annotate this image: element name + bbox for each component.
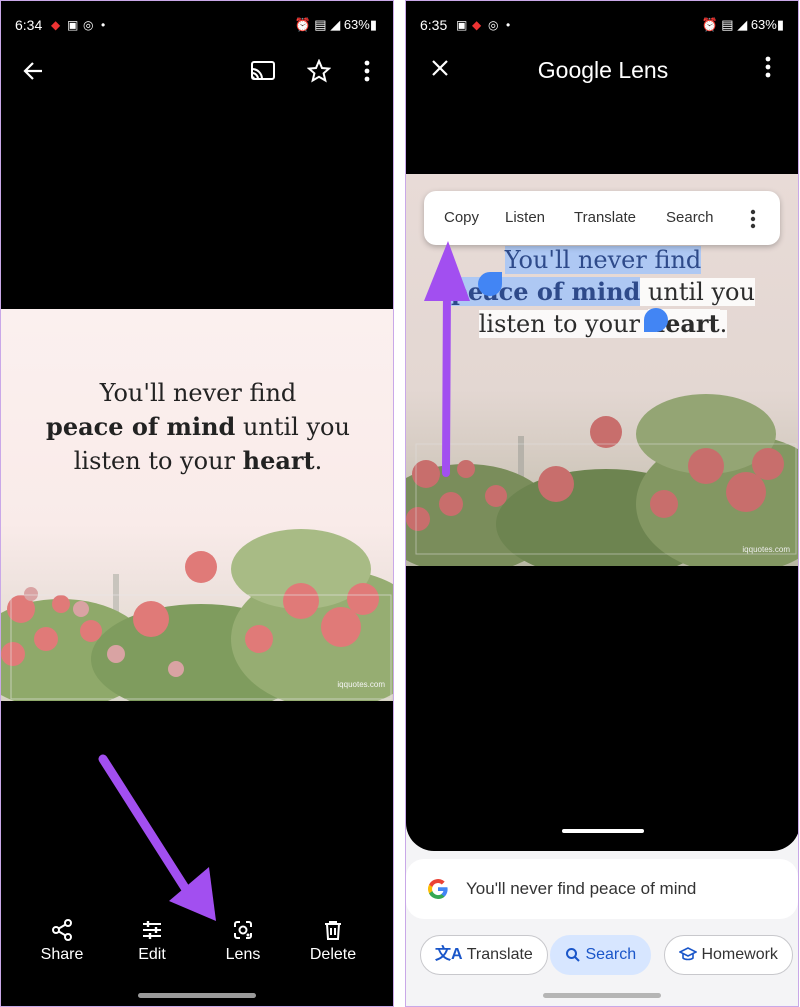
- search-chip[interactable]: Search: [550, 935, 652, 975]
- detected-line-3-start[interactable]: listen to your: [478, 310, 648, 338]
- delete-button[interactable]: Delete: [293, 918, 373, 964]
- edit-label: Edit: [138, 946, 166, 963]
- quote-line-2: peace of mind until you: [1, 410, 393, 444]
- flowers-image: [1, 529, 393, 701]
- homework-chip[interactable]: Homework: [664, 935, 793, 975]
- photos-screen: 6:34 ◆ ▣ ◎ • ⏰ ▤ ◢ 63%▮ You'll never fin…: [0, 0, 394, 1007]
- more-options-icon[interactable]: [750, 209, 756, 229]
- lens-icon: [234, 921, 252, 939]
- dot-icon: •: [506, 18, 511, 32]
- lens-screen: 6:35 ▣ ◆ ◎ • ⏰ ▤ ◢ 63%▮ Google Lens You'…: [405, 0, 799, 1007]
- battery-level: 63%: [750, 17, 777, 32]
- more-options-icon[interactable]: [752, 55, 784, 87]
- instagram-icon: ◎: [83, 18, 94, 32]
- quote-line-3-start: listen to your: [73, 447, 243, 475]
- graduation-cap-icon: [678, 946, 698, 961]
- result-card[interactable]: You'll never find peace of mind: [406, 859, 798, 919]
- back-icon[interactable]: [17, 59, 49, 91]
- quote-text: You'll never find peace of mind until yo…: [1, 377, 393, 478]
- star-icon[interactable]: [303, 58, 335, 91]
- trash-icon: [325, 921, 341, 940]
- instagram-icon: ◎: [488, 18, 499, 32]
- cast-icon[interactable]: [247, 59, 279, 91]
- status-bar: 6:35 ▣ ◆ ◎ • ⏰ ▤ ◢ 63%▮: [406, 1, 798, 49]
- watermark: iqquotes.com: [742, 545, 790, 554]
- quote-line-3-end: .: [314, 447, 323, 475]
- status-time: 6:34: [15, 17, 43, 33]
- notification-icon: ◆: [472, 18, 482, 32]
- quote-bold-phrase: peace of mind: [46, 412, 236, 441]
- selection-handle-start[interactable]: [478, 272, 502, 296]
- status-bar: 6:34 ◆ ▣ ◎ • ⏰ ▤ ◢ 63%▮: [1, 1, 393, 49]
- search-button[interactable]: Search: [666, 209, 714, 226]
- gesture-handle[interactable]: [138, 993, 256, 998]
- quote-line-2-rest: until you: [235, 413, 350, 441]
- notification-icon: ◆: [51, 18, 61, 32]
- gallery-icon: ▣: [456, 18, 468, 32]
- detected-line-3-end[interactable]: .: [719, 310, 728, 338]
- status-time: 6:35: [420, 17, 448, 33]
- translate-chip-label: Translate: [466, 946, 533, 963]
- lens-viewer: 6:35 ▣ ◆ ◎ • ⏰ ▤ ◢ 63%▮ Google Lens You'…: [406, 1, 798, 851]
- lens-title: Google Lens: [537, 57, 669, 83]
- listen-button[interactable]: Listen: [505, 209, 545, 226]
- lens-label: Lens: [225, 946, 261, 963]
- quote-image: You'll never find peace of mind until yo…: [1, 309, 393, 701]
- translate-icon: 文A: [435, 946, 463, 963]
- detected-line-2-rest[interactable]: until you: [640, 278, 755, 306]
- status-right: ⏰ ▤ ◢ 63%▮: [701, 17, 785, 32]
- battery-level: 63%: [343, 17, 370, 32]
- copy-button[interactable]: Copy: [444, 209, 479, 226]
- annotation-arrow: [424, 241, 470, 477]
- homework-chip-label: Homework: [701, 946, 778, 963]
- selection-handle-end[interactable]: [644, 308, 668, 332]
- selected-text-line-1[interactable]: You'll never find: [504, 246, 702, 274]
- dot-icon: •: [101, 18, 106, 32]
- share-button[interactable]: Share: [22, 918, 102, 964]
- status-right: ⏰ ▤ ◢ 63%▮: [294, 17, 378, 32]
- quote-bold-word: heart: [242, 446, 315, 475]
- quote-line-1: You'll never find: [99, 379, 297, 407]
- share-label: Share: [40, 946, 84, 963]
- search-chip-label: Search: [585, 946, 637, 963]
- translate-button[interactable]: Translate: [574, 209, 636, 226]
- result-text: You'll never find peace of mind: [466, 879, 697, 898]
- google-logo-icon: [428, 879, 448, 899]
- share-icon: [52, 919, 72, 941]
- gesture-handle[interactable]: [543, 993, 661, 998]
- quote-line-3: listen to your heart.: [1, 444, 393, 478]
- more-options-icon[interactable]: [351, 59, 383, 91]
- delete-label: Delete: [309, 946, 357, 963]
- watermark: iqquotes.com: [337, 680, 385, 689]
- gallery-icon: ▣: [67, 18, 79, 32]
- sheet-handle[interactable]: [562, 829, 644, 833]
- annotation-arrow: [98, 754, 216, 921]
- search-icon: [566, 947, 580, 962]
- translate-chip[interactable]: 文A Translate: [420, 935, 548, 975]
